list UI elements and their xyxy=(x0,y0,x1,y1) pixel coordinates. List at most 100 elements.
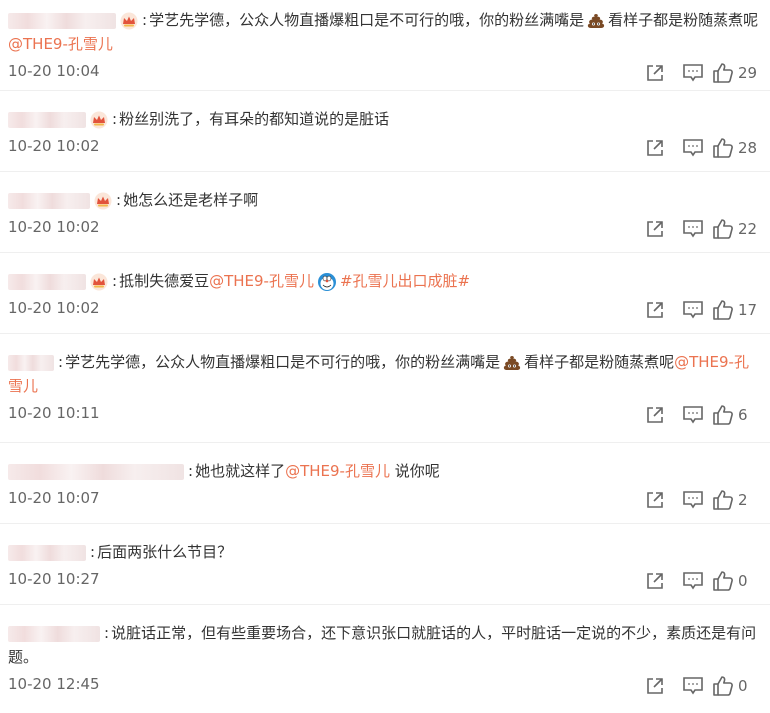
comment-timestamp: 10-20 10:02 xyxy=(8,137,100,155)
share-icon xyxy=(645,63,665,83)
comment-content: : 粉丝别洗了，有耳朵的都知道说的是脏话 xyxy=(8,107,762,131)
like-button[interactable]: 2 xyxy=(712,483,760,517)
share-button[interactable] xyxy=(636,131,674,165)
comment-text: 看样子都是粉随蒸煮呢 xyxy=(608,11,759,29)
username-blurred[interactable] xyxy=(8,12,116,29)
comment-button[interactable] xyxy=(674,483,712,517)
comment-actions: 28 xyxy=(636,131,760,165)
comment-meta: 10-20 10:27 0 xyxy=(8,564,762,598)
comment-meta: 10-20 10:02 28 xyxy=(8,131,762,165)
comment-item: : 她怎么还是老样子啊 10-20 10:02 22 xyxy=(0,172,770,253)
comment-actions: 22 xyxy=(636,212,760,246)
comment-actions: 0 xyxy=(636,669,760,703)
like-icon xyxy=(712,489,734,511)
share-icon xyxy=(645,219,665,239)
share-icon xyxy=(645,300,665,320)
share-button[interactable] xyxy=(636,56,674,90)
comment-button[interactable] xyxy=(674,564,712,598)
comment-colon: : xyxy=(188,462,194,480)
comment-item: : 学艺先学德，公众人物直播爆粗口是不可行的哦，你的粉丝满嘴是 看样子都是粉随蒸煮… xyxy=(0,334,770,443)
share-icon xyxy=(645,676,665,696)
poop-icon xyxy=(586,12,606,30)
comment-actions: 29 xyxy=(636,56,760,90)
comment-icon xyxy=(682,63,704,83)
comment-button[interactable] xyxy=(674,398,712,432)
like-button[interactable]: 17 xyxy=(712,293,760,327)
comment-meta: 10-20 10:02 22 xyxy=(8,212,762,246)
share-icon xyxy=(645,571,665,591)
comment-colon: : xyxy=(58,353,64,371)
username-blurred[interactable] xyxy=(8,192,90,209)
share-button[interactable] xyxy=(636,398,674,432)
comment-text: 说脏话正常，但有些重要场合，还下意识张口就脏话的人，平时脏话一定说的不少，素质还… xyxy=(8,624,757,666)
like-button[interactable]: 0 xyxy=(712,669,760,703)
share-icon xyxy=(645,405,665,425)
comment-text: 她也就这样了 xyxy=(195,462,286,480)
share-button[interactable] xyxy=(636,669,674,703)
like-button[interactable]: 6 xyxy=(712,398,760,432)
comment-icon xyxy=(682,676,704,696)
like-icon xyxy=(712,299,734,321)
comment-item: : 后面两张什么节目？ 10-20 10:27 0 xyxy=(0,524,770,605)
like-button[interactable]: 28 xyxy=(712,131,760,165)
comment-icon xyxy=(682,300,704,320)
share-button[interactable] xyxy=(636,293,674,327)
comment-timestamp: 10-20 10:02 xyxy=(8,299,100,317)
comment-colon: : xyxy=(104,624,110,642)
comment-button[interactable] xyxy=(674,669,712,703)
comment-text: 看样子都是粉随蒸煮呢 xyxy=(524,353,675,371)
comment-text: 说你呢 xyxy=(389,462,440,480)
like-button[interactable]: 29 xyxy=(712,56,760,90)
comment-actions: 6 xyxy=(636,398,760,432)
comment-button[interactable] xyxy=(674,131,712,165)
username-blurred[interactable] xyxy=(8,273,86,290)
comment-button[interactable] xyxy=(674,212,712,246)
share-icon xyxy=(645,138,665,158)
like-button[interactable]: 0 xyxy=(712,564,760,598)
username-blurred[interactable] xyxy=(8,354,54,371)
comment-timestamp: 10-20 10:02 xyxy=(8,218,100,236)
comment-icon xyxy=(682,490,704,510)
comment-content: : 她怎么还是老样子啊 xyxy=(8,188,762,212)
comment-button[interactable] xyxy=(674,56,712,90)
comment-meta: 10-20 10:02 17 xyxy=(8,293,762,327)
comment-colon: : xyxy=(90,543,96,561)
username-blurred[interactable] xyxy=(8,544,86,561)
mention-link[interactable]: @THE9-孔雪儿 xyxy=(8,35,113,53)
mention-link[interactable]: @THE9-孔雪儿 xyxy=(285,462,390,480)
comment-timestamp: 10-20 10:04 xyxy=(8,62,100,80)
comment-content: : 说脏话正常，但有些重要场合，还下意识张口就脏话的人，平时脏话一定说的不少，素质… xyxy=(8,621,762,669)
comment-timestamp: 10-20 12:45 xyxy=(8,675,100,693)
like-icon xyxy=(712,570,734,592)
comment-icon xyxy=(682,138,704,158)
comment-colon: : xyxy=(112,272,118,290)
comment-timestamp: 10-20 10:27 xyxy=(8,570,100,588)
crown-icon xyxy=(120,12,138,30)
like-icon xyxy=(712,218,734,240)
share-button[interactable] xyxy=(636,483,674,517)
hashtag-link[interactable]: #孔雪儿出口成脏# xyxy=(340,272,470,290)
username-blurred[interactable] xyxy=(8,463,184,480)
comment-button[interactable] xyxy=(674,293,712,327)
comment-icon xyxy=(682,571,704,591)
comment-content: : 后面两张什么节目？ xyxy=(8,540,762,564)
comment-content: : 她也就这样了@THE9-孔雪儿 说你呢 xyxy=(8,459,762,483)
crown-icon xyxy=(90,273,108,291)
comment-item: : 她也就这样了@THE9-孔雪儿 说你呢 10-20 10:07 2 xyxy=(0,443,770,524)
comment-actions: 2 xyxy=(636,483,760,517)
username-blurred[interactable] xyxy=(8,111,86,128)
like-button[interactable]: 22 xyxy=(712,212,760,246)
comment-colon: : xyxy=(142,11,148,29)
share-button[interactable] xyxy=(636,564,674,598)
comment-actions: 0 xyxy=(636,564,760,598)
comment-content: : 学艺先学德，公众人物直播爆粗口是不可行的哦，你的粉丝满嘴是 看样子都是粉随蒸煮… xyxy=(8,8,762,56)
comment-text: 粉丝别洗了，有耳朵的都知道说的是脏话 xyxy=(119,110,390,128)
crown-icon xyxy=(94,192,112,210)
mention-link[interactable]: @THE9-孔雪儿 xyxy=(209,272,314,290)
comment-feed: : 学艺先学德，公众人物直播爆粗口是不可行的哦，你的粉丝满嘴是 看样子都是粉随蒸煮… xyxy=(0,0,770,713)
share-button[interactable] xyxy=(636,212,674,246)
comment-item: : 粉丝别洗了，有耳朵的都知道说的是脏话 10-20 10:02 28 xyxy=(0,91,770,172)
comment-content: : 抵制失德爱豆@THE9-孔雪儿 #孔雪儿出口成脏# xyxy=(8,269,762,293)
username-blurred[interactable] xyxy=(8,625,100,642)
like-icon xyxy=(712,62,734,84)
